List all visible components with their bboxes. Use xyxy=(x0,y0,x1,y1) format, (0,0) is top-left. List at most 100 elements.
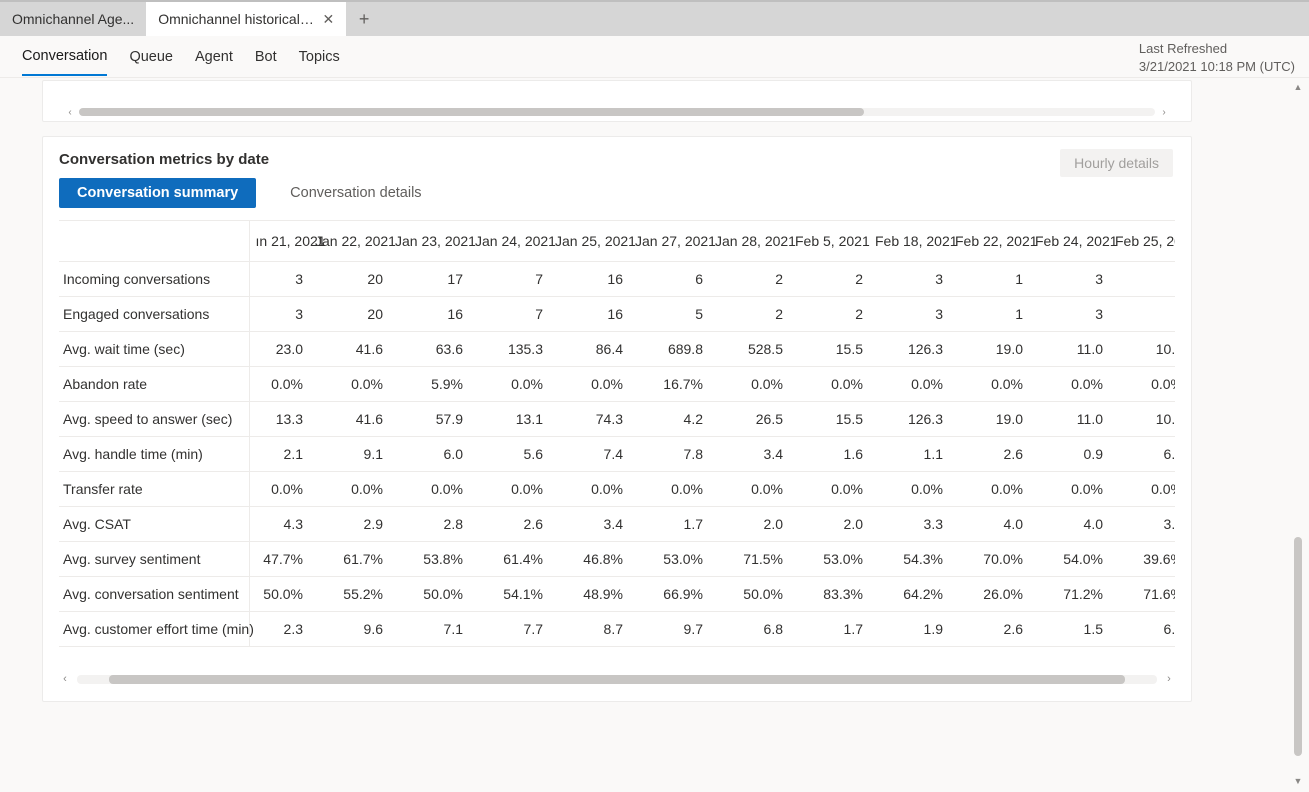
row-value: 2.1 xyxy=(249,437,309,472)
row-value: 46.8% xyxy=(549,542,629,577)
row-value: 55.2% xyxy=(309,577,389,612)
metrics-card: Conversation metrics by date Hourly deta… xyxy=(42,136,1192,702)
row-value: 0.0% xyxy=(549,472,629,507)
row-label: Abandon rate xyxy=(59,367,249,402)
row-value: 54.1% xyxy=(469,577,549,612)
report-body: ‹ › Conversation metrics by date Hourly … xyxy=(0,80,1285,792)
row-value: 57.9 xyxy=(389,402,469,437)
row-value: 0.0% xyxy=(469,472,549,507)
scroll-right-icon[interactable]: › xyxy=(1159,107,1169,118)
row-value: 0.0% xyxy=(309,472,389,507)
doc-tab-active[interactable]: Omnichannel historical an... ✕ xyxy=(146,2,346,36)
row-value: 0.0% xyxy=(469,367,549,402)
nav-bot[interactable]: Bot xyxy=(255,39,277,75)
page-vscroll[interactable]: ▲ ▼ xyxy=(1291,82,1305,788)
row-value: 2.6 xyxy=(949,437,1029,472)
table-row: Avg. wait time (sec)23.041.663.6135.386.… xyxy=(59,332,1175,367)
row-value: 7.8 xyxy=(629,437,709,472)
row-value: 3 xyxy=(869,297,949,332)
row-value: 0.0% xyxy=(549,367,629,402)
row-value: 7.1 xyxy=(389,612,469,647)
table-row: Avg. conversation sentiment50.0%55.2%50.… xyxy=(59,577,1175,612)
row-label: Avg. conversation sentiment xyxy=(59,577,249,612)
scroll-right-icon[interactable]: › xyxy=(1163,673,1175,685)
row-value: 71.6% xyxy=(1109,577,1175,612)
last-refreshed-value: 3/21/2021 10:18 PM (UTC) xyxy=(1139,58,1295,76)
row-value: 11.0 xyxy=(1029,332,1109,367)
row-value: 689.8 xyxy=(629,332,709,367)
row-value: 50.0% xyxy=(709,577,789,612)
row-value: 0.0% xyxy=(1109,367,1175,402)
vscroll-track[interactable] xyxy=(1294,94,1302,776)
table-row: Avg. survey sentiment47.7%61.7%53.8%61.4… xyxy=(59,542,1175,577)
row-value: 0.9 xyxy=(1029,437,1109,472)
scroll-track[interactable] xyxy=(79,108,1155,116)
row-value: 5 xyxy=(629,297,709,332)
row-value: 53.0% xyxy=(629,542,709,577)
row-value: 9.1 xyxy=(309,437,389,472)
scroll-down-icon[interactable]: ▼ xyxy=(1291,776,1305,788)
row-value: 3.4 xyxy=(709,437,789,472)
row-value: 3.3 xyxy=(869,507,949,542)
row-value: 2.9 xyxy=(309,507,389,542)
metrics-table: ın 21, 2021 Jan 22, 2021 Jan 23, 2021 Ja… xyxy=(59,220,1175,647)
header-date-fragment: ın 21, 2021 xyxy=(249,221,309,262)
row-value: 2 xyxy=(709,262,789,297)
row-value: 1.7 xyxy=(789,612,869,647)
row-value: 70.0% xyxy=(949,542,1029,577)
row-value: 41.6 xyxy=(309,332,389,367)
row-value: 66.9% xyxy=(629,577,709,612)
scroll-thumb[interactable] xyxy=(109,675,1124,684)
report-nav: Conversation Queue Agent Bot Topics Last… xyxy=(0,36,1309,78)
row-value: 26.5 xyxy=(709,402,789,437)
header-blank xyxy=(59,221,249,262)
table-row: Engaged conversations320167165223135 xyxy=(59,297,1175,332)
row-label: Avg. wait time (sec) xyxy=(59,332,249,367)
nav-conversation[interactable]: Conversation xyxy=(22,38,107,76)
scroll-track[interactable] xyxy=(77,675,1157,684)
row-value: 6.3 xyxy=(1109,612,1175,647)
row-value: 15.5 xyxy=(789,402,869,437)
row-value: 20 xyxy=(309,297,389,332)
vscroll-thumb[interactable] xyxy=(1294,537,1302,755)
hourly-details-button[interactable]: Hourly details xyxy=(1060,149,1173,177)
doc-tab-active-label: Omnichannel historical an... xyxy=(158,11,314,27)
close-icon[interactable]: ✕ xyxy=(322,11,334,28)
row-value: 126.3 xyxy=(869,332,949,367)
card-hscroll[interactable]: ‹ › xyxy=(59,673,1175,685)
row-value: 83.3% xyxy=(789,577,869,612)
row-value: 3 xyxy=(249,262,309,297)
row-value: 13.3 xyxy=(249,402,309,437)
row-value: 0.0% xyxy=(249,367,309,402)
header-date: Feb 24, 2021 xyxy=(1029,221,1109,262)
row-value: 16.7% xyxy=(629,367,709,402)
new-tab-button[interactable]: + xyxy=(346,2,382,36)
row-value: 61.7% xyxy=(309,542,389,577)
row-value: 54.3% xyxy=(869,542,949,577)
subtab-conversation-details[interactable]: Conversation details xyxy=(282,178,439,208)
row-value: 126.3 xyxy=(869,402,949,437)
card-subtabs: Conversation summary Conversation detail… xyxy=(59,178,1175,208)
scroll-left-icon[interactable]: ‹ xyxy=(59,673,71,685)
row-value: 64.2% xyxy=(869,577,949,612)
row-value: 61.4% xyxy=(469,542,549,577)
row-value: 7 xyxy=(469,297,549,332)
nav-agent[interactable]: Agent xyxy=(195,39,233,75)
subtab-conversation-summary[interactable]: Conversation summary xyxy=(59,178,256,208)
nav-topics[interactable]: Topics xyxy=(299,39,340,75)
row-value: 0.0% xyxy=(709,472,789,507)
header-date: Feb 25, 2021 xyxy=(1109,221,1175,262)
row-value: 26.0% xyxy=(949,577,1029,612)
row-value: 16 xyxy=(549,297,629,332)
row-value: 6 xyxy=(629,262,709,297)
scroll-thumb[interactable] xyxy=(79,108,864,116)
upper-panel-hscroll[interactable]: ‹ › xyxy=(65,107,1169,117)
table-row: Avg. handle time (min)2.19.16.05.67.47.8… xyxy=(59,437,1175,472)
doc-tab-inactive[interactable]: Omnichannel Age... xyxy=(0,2,146,36)
scroll-up-icon[interactable]: ▲ xyxy=(1291,82,1305,94)
nav-queue[interactable]: Queue xyxy=(129,39,173,75)
header-date: Feb 5, 2021 xyxy=(789,221,869,262)
row-value: 0.0% xyxy=(949,367,1029,402)
row-value: 47.7% xyxy=(249,542,309,577)
scroll-left-icon[interactable]: ‹ xyxy=(65,107,75,118)
